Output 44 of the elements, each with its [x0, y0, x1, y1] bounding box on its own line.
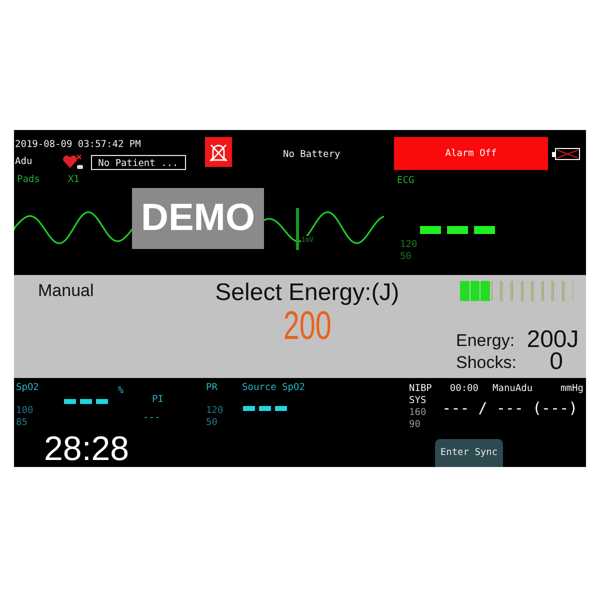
empty-value-bars	[64, 399, 108, 404]
crossed-bell-icon	[205, 137, 232, 167]
energy-label: Energy:	[456, 331, 516, 351]
battery-status: No Battery	[283, 149, 340, 161]
battery-icon	[552, 148, 580, 160]
source-label: Source SpO2	[242, 382, 306, 394]
shocks-label: Shocks:	[456, 353, 518, 373]
energy-value: 200J	[526, 329, 580, 351]
patient-type: Adu	[15, 156, 32, 168]
alarm-banner: Alarm Off	[394, 137, 548, 170]
upper-limit: 120	[400, 239, 418, 251]
sys-label: SYS	[409, 395, 426, 407]
lower-limit: 85	[16, 417, 28, 429]
lower-limit: 90	[409, 419, 422, 431]
energy-title: Select Energy:(J)	[215, 280, 400, 306]
sync-button[interactable]: Enter Sync	[435, 439, 503, 467]
lower-limit: 50	[206, 417, 218, 429]
upper-limit: 100	[16, 405, 34, 417]
upper-limit: 160	[409, 407, 426, 419]
ecg-label: ECG	[397, 175, 416, 187]
nibp-time: 00:00	[450, 383, 478, 395]
nibp-reading: --- / --- (---)	[442, 399, 578, 419]
unit-label: mmHg	[560, 383, 584, 395]
patient-name-field[interactable]: No Patient ...	[91, 154, 186, 170]
shocks-value: 0	[548, 351, 564, 373]
timer: 28:28	[44, 430, 130, 467]
empty-value-bars	[243, 406, 287, 411]
mode-label: Manual	[37, 280, 95, 301]
nibp-label: NIBP	[409, 383, 432, 395]
unit-label: %	[118, 385, 124, 397]
gain-label: X1	[68, 174, 80, 186]
pi-value: ---	[143, 412, 162, 424]
upper-limit: 120	[206, 405, 224, 417]
timestamp: 2019-08-09 03:57:42 PM	[15, 139, 142, 151]
spo2-label: SpO2	[16, 382, 39, 394]
selected-energy: 200	[283, 306, 332, 346]
pr-label: PR	[206, 382, 218, 394]
demo-label: DEMO	[132, 188, 264, 249]
heart-icon	[62, 154, 84, 170]
calibration-mark	[296, 208, 299, 250]
nibp-mode: ManuAdu	[492, 383, 533, 395]
pi-label: PI	[152, 394, 164, 406]
lead-label: Pads	[17, 174, 40, 186]
lower-limit: 50	[400, 251, 412, 263]
